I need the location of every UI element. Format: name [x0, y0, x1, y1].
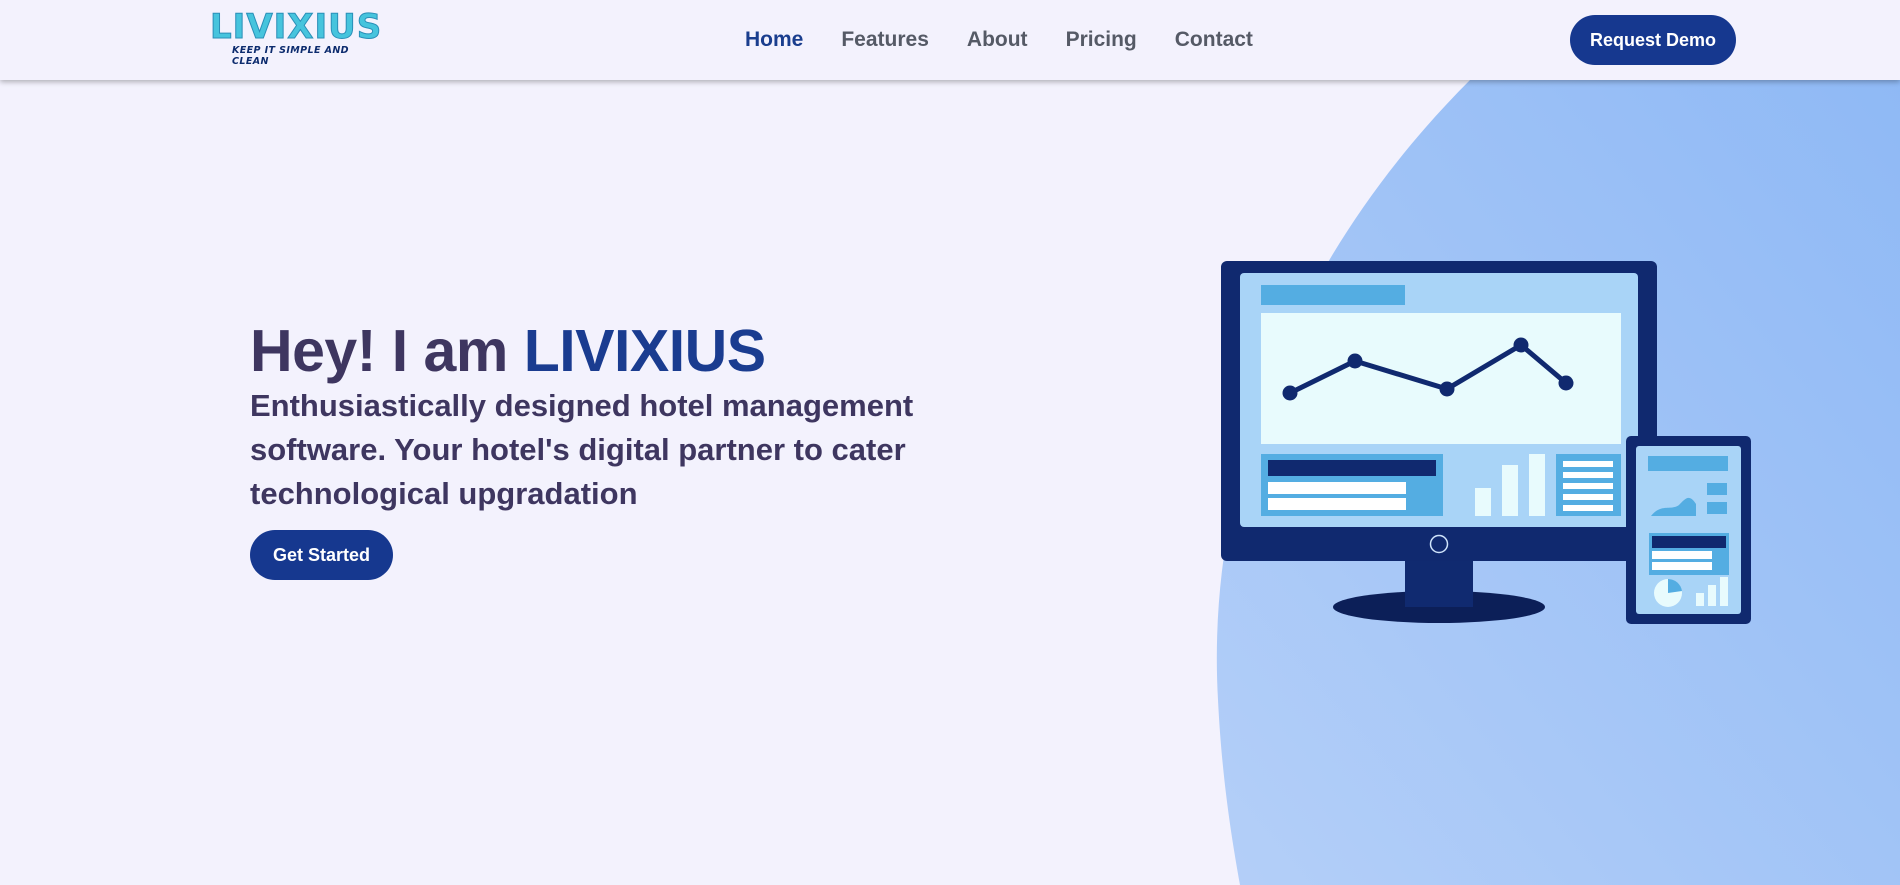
chart-point [1513, 337, 1529, 353]
table-row [1268, 482, 1406, 494]
list-line [1563, 461, 1613, 467]
tablet-table-header [1652, 536, 1726, 548]
tablet-table-row [1652, 562, 1712, 570]
nav-item-home: Home [745, 26, 803, 54]
chart-point [1439, 381, 1455, 397]
request-demo-button[interactable]: Request Demo [1570, 15, 1736, 65]
screen-header-bar [1261, 285, 1405, 305]
hero-title: Hey! I am LIVIXIUS [250, 318, 950, 384]
tablet-bar [1720, 577, 1728, 606]
list-line [1563, 505, 1613, 511]
brand-logo[interactable]: LIVIXIUS KEEP IT SIMPLE AND CLEAN [210, 7, 383, 68]
nav-item-contact: Contact [1175, 26, 1253, 54]
hero-subtitle: Enthusiastically designed hotel manageme… [250, 388, 914, 511]
chart-point [1282, 385, 1298, 401]
nav-link-pricing[interactable]: Pricing [1066, 28, 1137, 51]
list-line [1563, 494, 1613, 500]
tablet-bar [1708, 585, 1716, 606]
bar-widget-bar [1502, 465, 1518, 516]
bar-widget-bar [1529, 454, 1545, 516]
logo-tagline: KEEP IT SIMPLE AND CLEAN [232, 45, 349, 67]
tablet-header-bar [1648, 456, 1728, 471]
main-nav: Home Features About Pricing Contact [745, 26, 1291, 54]
logo-wordmark: LIVIXIUS [210, 7, 383, 47]
monitor-neck [1405, 555, 1473, 607]
hero-section: Hey! I am LIVIXIUS Enthusiastically desi… [250, 318, 950, 580]
nav-item-about: About [967, 26, 1028, 54]
chart-point [1558, 375, 1574, 391]
hero-title-prefix: Hey! I am [250, 318, 508, 384]
tablet-side-block [1707, 483, 1727, 495]
tablet-side-block [1707, 502, 1727, 514]
bar-widget-bar [1475, 488, 1491, 516]
nav-link-contact[interactable]: Contact [1175, 28, 1253, 51]
chart-point [1347, 353, 1363, 369]
nav-link-features[interactable]: Features [841, 28, 929, 51]
nav-item-pricing: Pricing [1066, 26, 1137, 54]
nav-item-features: Features [841, 26, 929, 54]
nav-link-home[interactable]: Home [745, 28, 803, 51]
list-line [1563, 472, 1613, 478]
tablet-bar [1696, 593, 1704, 606]
hero-title-brand: LIVIXIUS [523, 318, 766, 384]
tablet-table-row [1652, 551, 1712, 559]
table-row [1268, 498, 1406, 510]
get-started-button[interactable]: Get Started [250, 530, 393, 580]
list-line [1563, 483, 1613, 489]
top-navbar: LIVIXIUS KEEP IT SIMPLE AND CLEAN Home F… [0, 0, 1900, 80]
dashboard-devices-illustration [1221, 261, 1751, 624]
nav-link-about[interactable]: About [967, 28, 1028, 51]
table-header [1268, 460, 1436, 476]
